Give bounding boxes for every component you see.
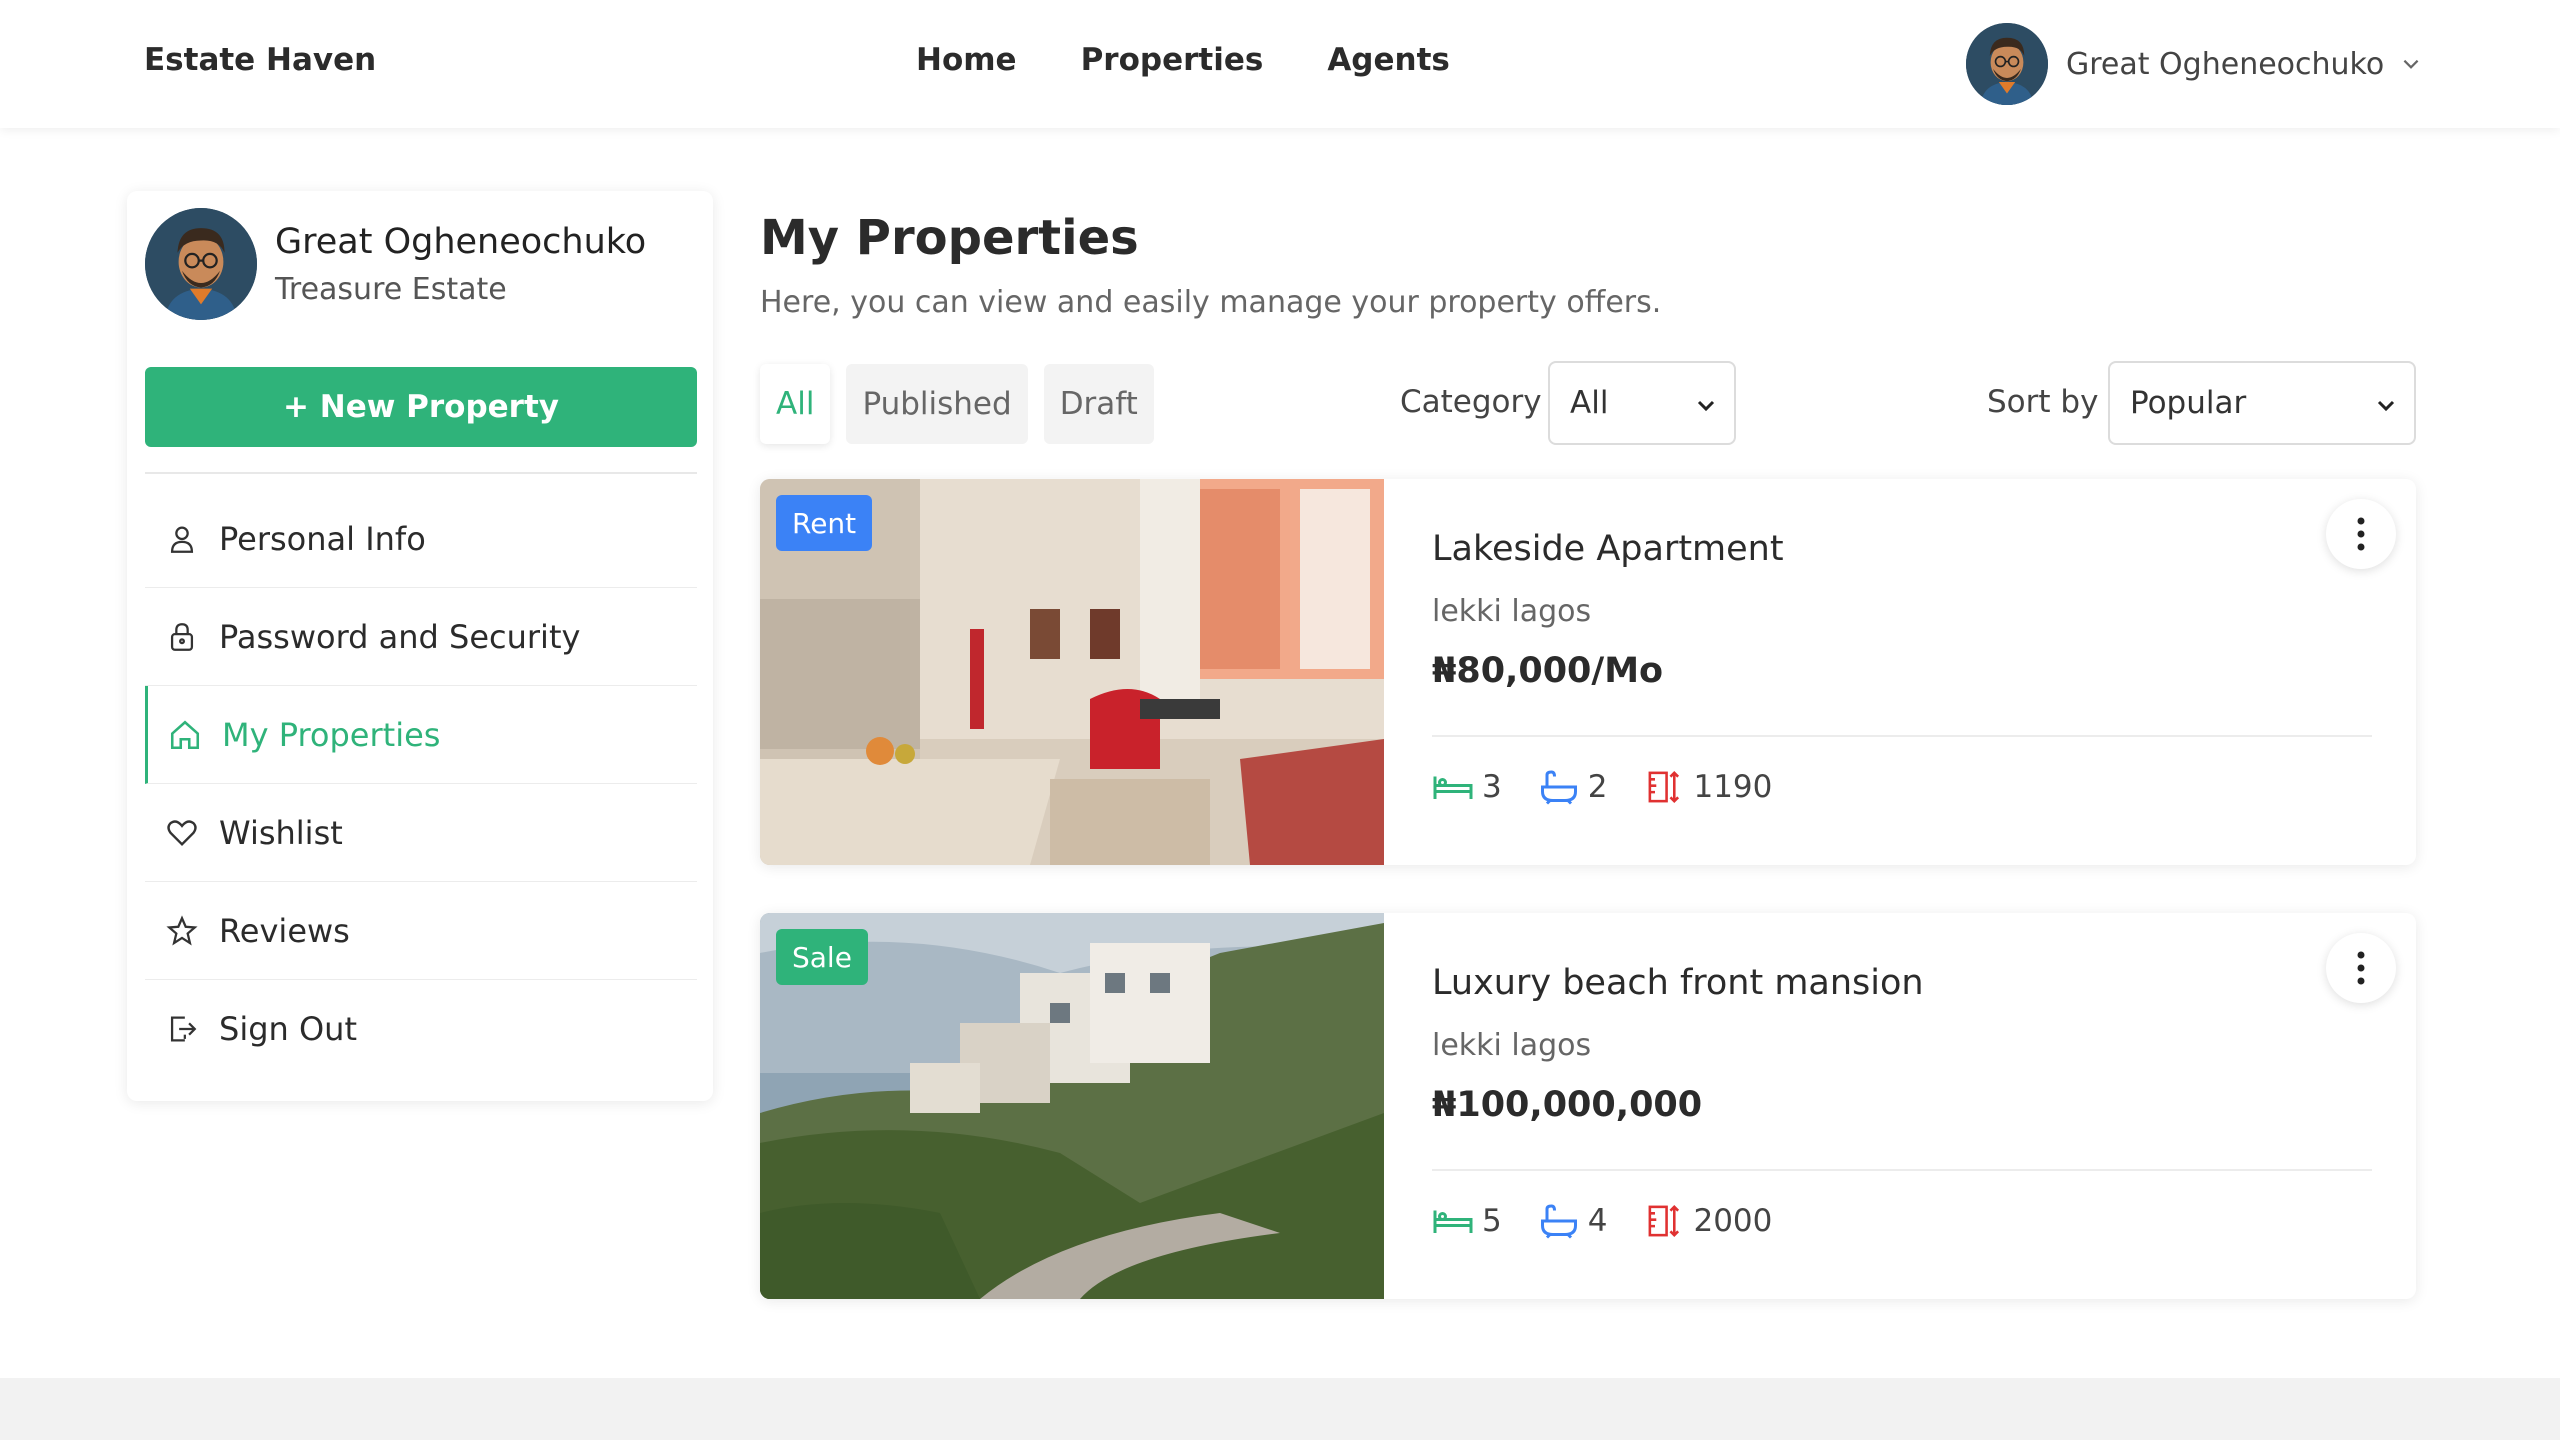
user-menu-name: Great Ogheneochuko bbox=[2066, 46, 2385, 82]
sidebar-item-label: Sign Out bbox=[219, 1010, 357, 1048]
area-value: 1190 bbox=[1693, 769, 1773, 805]
divider bbox=[1432, 1169, 2372, 1171]
page-title: My Properties bbox=[760, 210, 1139, 266]
property-stats: 5 4 2000 bbox=[1432, 1203, 1808, 1239]
new-property-button[interactable]: + New Property bbox=[145, 367, 697, 447]
bed-icon bbox=[1433, 776, 1473, 799]
category-label: Category bbox=[1400, 384, 1542, 420]
sidebar-item-label: Reviews bbox=[219, 911, 350, 950]
category-select[interactable]: All bbox=[1548, 361, 1736, 445]
bath-icon bbox=[1540, 1204, 1577, 1239]
heart-icon bbox=[167, 819, 197, 846]
account-sidebar: Great Ogheneochuko Treasure Estate + New… bbox=[127, 191, 713, 1101]
beds-stat: 3 bbox=[1432, 769, 1502, 805]
nav-home[interactable]: Home bbox=[916, 42, 1017, 78]
beds-count: 3 bbox=[1482, 769, 1502, 805]
sidebar-item-wishlist[interactable]: Wishlist bbox=[145, 784, 697, 882]
divider bbox=[145, 472, 697, 474]
property-title[interactable]: Lakeside Apartment bbox=[1432, 529, 1784, 569]
property-card[interactable]: Sale Luxury beach front mansion lekki la… bbox=[760, 913, 2416, 1299]
tab-draft[interactable]: Draft bbox=[1043, 364, 1154, 444]
baths-count: 2 bbox=[1587, 769, 1608, 805]
baths-stat: 2 bbox=[1538, 769, 1608, 805]
more-options-button[interactable] bbox=[2326, 499, 2396, 569]
kebab-menu-icon bbox=[2357, 951, 2365, 985]
divider bbox=[1432, 735, 2372, 737]
more-options-button[interactable] bbox=[2326, 933, 2396, 1003]
area-icon bbox=[1649, 771, 1680, 803]
area-icon bbox=[1649, 1205, 1680, 1237]
sidebar-item-label: Password and Security bbox=[219, 617, 581, 656]
sort-value: Popular bbox=[2130, 385, 2247, 421]
property-stats: 3 2 1190 bbox=[1432, 769, 1808, 805]
sidebar-item-my-properties[interactable]: My Properties bbox=[145, 686, 697, 784]
area-stat: 2000 bbox=[1643, 1203, 1772, 1239]
footer bbox=[0, 1378, 2560, 1440]
top-navbar: Estate Haven Home Properties Agents Grea… bbox=[0, 0, 2560, 128]
home-icon bbox=[170, 720, 200, 749]
area-value: 2000 bbox=[1693, 1203, 1773, 1239]
person-icon bbox=[170, 526, 194, 553]
baths-stat: 4 bbox=[1538, 1203, 1608, 1239]
main-nav: Home Properties Agents bbox=[916, 42, 1450, 78]
avatar bbox=[145, 208, 257, 320]
chevron-down-icon bbox=[2377, 400, 2395, 412]
profile-summary: Great Ogheneochuko Treasure Estate bbox=[145, 208, 646, 320]
nav-properties[interactable]: Properties bbox=[1081, 42, 1264, 78]
beds-stat: 5 bbox=[1432, 1203, 1502, 1239]
chevron-down-icon bbox=[1697, 400, 1715, 412]
property-location: lekki lagos bbox=[1432, 594, 1592, 629]
listing-type-badge: Rent bbox=[776, 495, 873, 551]
sign-out-icon bbox=[170, 1016, 197, 1042]
star-icon bbox=[166, 914, 198, 946]
bed-icon bbox=[1433, 1210, 1473, 1233]
property-card[interactable]: Rent Lakeside Apartment lekki lagos ₦80,… bbox=[760, 479, 2416, 865]
page-subtitle: Here, you can view and easily manage you… bbox=[760, 285, 1662, 320]
sidebar-item-personal-info[interactable]: Personal Info bbox=[145, 490, 697, 588]
baths-count: 4 bbox=[1587, 1203, 1608, 1239]
listing-type-badge: Sale bbox=[776, 929, 868, 985]
avatar bbox=[1966, 23, 2048, 105]
property-title[interactable]: Luxury beach front mansion bbox=[1432, 963, 1924, 1003]
sidebar-item-sign-out[interactable]: Sign Out bbox=[145, 980, 697, 1078]
filter-tabs: All Published Draft bbox=[760, 364, 1154, 444]
user-menu[interactable]: Great Ogheneochuko bbox=[1966, 23, 2422, 105]
sidebar-item-reviews[interactable]: Reviews bbox=[145, 882, 697, 980]
beds-count: 5 bbox=[1482, 1203, 1502, 1239]
bath-icon bbox=[1540, 770, 1577, 805]
sidebar-item-label: Personal Info bbox=[219, 519, 426, 558]
kebab-menu-icon bbox=[2357, 517, 2365, 551]
nav-agents[interactable]: Agents bbox=[1327, 42, 1450, 78]
sidebar-item-password-security[interactable]: Password and Security bbox=[145, 588, 697, 686]
profile-company: Treasure Estate bbox=[275, 271, 507, 307]
sidebar-item-label: Wishlist bbox=[219, 813, 343, 852]
tab-all[interactable]: All bbox=[760, 364, 831, 444]
chevron-down-icon bbox=[2403, 59, 2419, 69]
lock-icon bbox=[170, 622, 194, 651]
area-stat: 1190 bbox=[1643, 769, 1772, 805]
category-value: All bbox=[1570, 385, 1609, 421]
sidebar-item-label: My Properties bbox=[222, 715, 441, 754]
property-price: ₦100,000,000 bbox=[1432, 1085, 1703, 1125]
sidebar-menu: Personal Info Password and Security My P… bbox=[145, 490, 697, 1078]
property-price: ₦80,000/Mo bbox=[1432, 651, 1664, 691]
property-location: lekki lagos bbox=[1432, 1028, 1592, 1063]
sort-select[interactable]: Popular bbox=[2108, 361, 2416, 445]
tab-published[interactable]: Published bbox=[846, 364, 1028, 444]
profile-name: Great Ogheneochuko bbox=[275, 221, 647, 262]
sort-label: Sort by bbox=[1987, 384, 2099, 420]
brand-logo[interactable]: Estate Haven bbox=[144, 42, 376, 78]
